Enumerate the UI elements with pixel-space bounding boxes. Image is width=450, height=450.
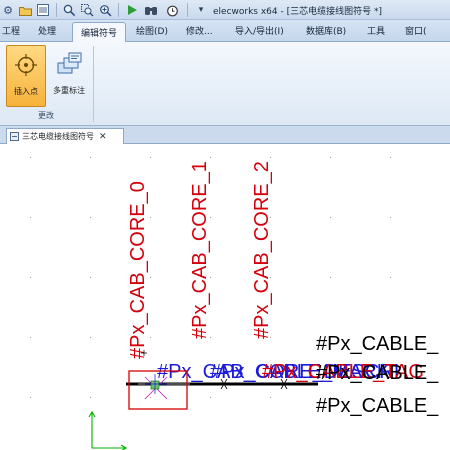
open-folder-icon[interactable] (17, 2, 33, 18)
tab-database[interactable]: 数据库(B) (306, 24, 346, 42)
grid-dot (330, 157, 331, 158)
vertical-label-core-1[interactable]: #Px_CAB_CORE_1 (189, 161, 211, 339)
cable-label-1[interactable]: #Px_CABLE_ (316, 333, 439, 355)
ribbon-group-divider (93, 46, 94, 122)
title-bar: ⚙ ▾ elecworks x64 - [三芯电缆接线图符号 *] (0, 0, 450, 20)
drawing-canvas[interactable]: #Px_CAB_CORE_0 #Px_CAB_CORE_1 #Px_CAB_CO… (0, 145, 450, 450)
grid-dot (150, 157, 151, 158)
vertical-label-core-2[interactable]: #Px_CAB_CORE_2 (251, 161, 273, 339)
grid-dot (30, 337, 31, 338)
gear-menu-icon[interactable]: ⚙ (0, 2, 16, 18)
tab-window[interactable]: 窗口( (405, 24, 427, 42)
binoculars-icon[interactable] (143, 2, 159, 18)
grid-dot (30, 157, 31, 158)
document-tab[interactable]: 三芯电缆接线图符号 ✕ (6, 128, 124, 144)
ribbon-tab-bar: 工程 处理 编辑符号 绘图(D) 修改... 导入/导出(I) 数据库(B) 工… (0, 20, 450, 43)
insert-point-button[interactable]: 插入点 (6, 45, 46, 107)
ribbon-panel: 插入点 多重标注 更改 (0, 42, 450, 126)
cable-label-3[interactable]: #Px_CABLE_ (316, 395, 439, 417)
document-tab-title: 三芯电缆接线图符号 (22, 132, 94, 141)
grid-dot (150, 217, 151, 218)
insert-point-label: 插入点 (14, 87, 38, 96)
multi-label-button[interactable]: 多重标注 (48, 45, 90, 107)
grid-dot (270, 397, 271, 398)
tab-project[interactable]: 工程 (2, 24, 20, 42)
grid-dot (390, 157, 391, 158)
multi-label-icon (53, 49, 85, 79)
tab-modify[interactable]: 修改... (186, 24, 213, 42)
insertion-point-icon (10, 50, 42, 80)
zoom-extents-icon[interactable] (97, 2, 113, 18)
zoom-icon[interactable] (61, 2, 77, 18)
grid-dot (90, 277, 91, 278)
vertical-label-core-0[interactable]: #Px_CAB_CORE_0 (127, 181, 149, 359)
grid-dot (150, 277, 151, 278)
grid-dot (270, 157, 271, 158)
document-icon (10, 132, 19, 141)
grid-dot (90, 217, 91, 218)
grid-dot (30, 217, 31, 218)
play-icon[interactable] (124, 2, 140, 18)
grid-dot (150, 337, 151, 338)
tab-import-export[interactable]: 导入/导出(I) (235, 24, 284, 42)
window-title: elecworks x64 - [三芯电缆接线图符号 *] (213, 7, 382, 17)
alarm-clock-icon[interactable] (164, 2, 180, 18)
grid-dot (90, 157, 91, 158)
grid-dot (330, 217, 331, 218)
grid-dot (30, 397, 31, 398)
grid-dot (330, 277, 331, 278)
grid-dot (90, 337, 91, 338)
ribbon-group-label: 更改 (38, 111, 54, 120)
tab-process[interactable]: 处理 (38, 24, 56, 42)
quick-access-dropdown[interactable]: ▾ (193, 2, 209, 18)
grid-dot (210, 397, 211, 398)
multi-label-label: 多重标注 (53, 86, 85, 95)
grid-dot (210, 157, 211, 158)
grid-dot (390, 217, 391, 218)
list-icon[interactable] (35, 2, 51, 18)
tab-tools[interactable]: 工具 (367, 24, 385, 42)
cable-label-2[interactable]: #Px_CABLE_ (316, 362, 439, 384)
grid-dot (390, 277, 391, 278)
zoom-window-icon[interactable] (79, 2, 95, 18)
grid-dot (150, 397, 151, 398)
close-icon[interactable]: ✕ (99, 132, 107, 142)
tab-drawing[interactable]: 绘图(D) (136, 24, 168, 42)
tab-edit-symbol[interactable]: 编辑符号 (72, 22, 127, 43)
ucs-axis-icon (88, 410, 128, 450)
grid-dot (90, 397, 91, 398)
document-tab-strip: 三芯电缆接线图符号 ✕ (0, 126, 450, 144)
grid-dot (30, 277, 31, 278)
